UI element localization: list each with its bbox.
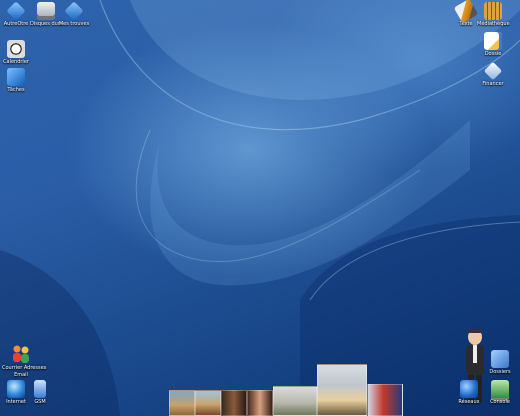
photo-thumbnail[interactable] [247,390,273,416]
photo-thumbnail[interactable] [317,364,367,416]
photo-thumbnail[interactable] [169,390,195,416]
box-icon [491,350,509,368]
photo-thumbnail[interactable] [221,390,247,416]
screen-icon [491,380,509,398]
document-icon [484,32,502,50]
photo-thumbnail[interactable] [367,384,403,416]
people-icon [10,344,32,364]
icon-label: Dossiers [489,369,511,375]
drive-icon [37,2,55,20]
icon-label: Réseaux [458,399,480,405]
checklist-icon [7,68,25,86]
icon-label: Dossie [484,51,502,57]
desktop-icon-mediatheque[interactable]: Médiathèque [477,2,510,27]
clock-icon [7,40,25,58]
cube-icon [6,1,26,21]
desktop-icon-calendrier[interactable]: Calendrier [0,40,32,65]
desktop-icon-console[interactable]: Console [484,380,516,405]
icon-label: GSM [34,399,46,405]
icon-label: Email [14,372,28,378]
icon-label: Médiathèque [477,21,510,27]
cube-icon [64,1,84,21]
desktop-wallpaper: AutreOtre Disques durs Mes trouves Calen… [0,0,520,416]
icon-label: Calendrier [3,59,29,65]
phone-icon [34,380,46,398]
icon-label: AutreOtre [3,21,29,27]
photo-thumbnail[interactable] [195,390,221,416]
desktop-icon-autreotre[interactable]: AutreOtre [0,1,32,27]
icon-label: Financer [482,81,504,87]
icon-label: Console [490,399,510,405]
desktop-icon-gsm[interactable]: GSM [24,380,56,405]
desktop-icon-reseaux[interactable]: Réseaux [453,380,485,405]
photo-strip [169,364,403,416]
desktop-icon-taches[interactable]: Tâches [0,68,32,93]
globe-icon [7,380,25,398]
desktop-icon-mes-trouves[interactable]: Mes trouves [58,1,90,27]
wallpaper-waves [0,0,520,416]
photo-thumbnail[interactable] [273,386,317,416]
desktop-icon-courrier-adresses[interactable]: Courrier Adresses Email [2,344,47,378]
desktop-icon-dossie[interactable]: Dossie [477,32,509,57]
desktop-icon-financer[interactable]: Financer [477,61,509,87]
pen-icon [453,0,479,24]
diamond-icon [483,61,503,81]
desktop-icon-dossiers[interactable]: Dossiers [484,350,516,375]
icon-label: Courrier Adresses [2,365,47,371]
icon-label: Mes trouves [58,21,90,27]
icon-label: Tâches [7,87,25,93]
film-icon [484,2,502,20]
network-icon [460,380,478,398]
